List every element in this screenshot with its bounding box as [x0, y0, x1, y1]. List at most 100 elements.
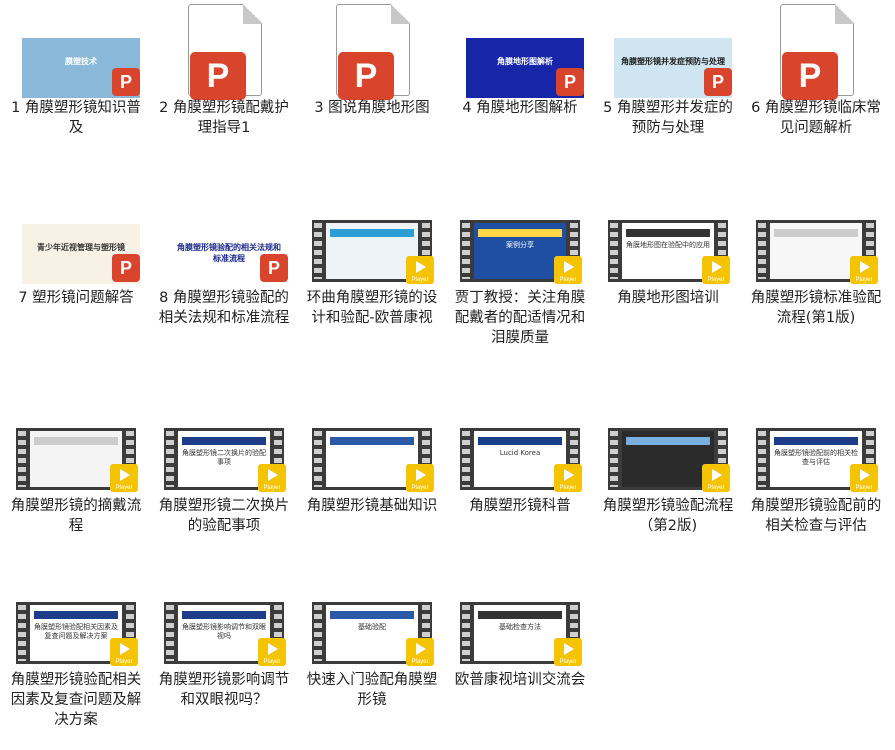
player-label: Player [411, 277, 429, 283]
player-label: Player [115, 659, 133, 665]
file-item[interactable]: 角膜塑形镜验配的相关法规和标准流程 P 8 角膜塑形镜验配的相关法规和标准流程 [150, 188, 298, 368]
frame-title: 角膜塑形镜验配前的相关检查与评估 [774, 449, 858, 466]
file-name: 角膜塑形镜验配前的相关检查与评估 [750, 498, 882, 534]
file-name: 快速入门验配角膜塑形镜 [306, 672, 438, 708]
file-thumbnail: 角膜塑形镜二次换片的验配事项 Player [162, 396, 286, 496]
frame-header [330, 611, 414, 619]
file-item[interactable]: 基础检查方法 Player 欧普康视培训交流会 [446, 570, 594, 750]
file-name: 4 角膜地形图解析 [462, 100, 578, 116]
play-icon: Player [702, 256, 730, 284]
file-item[interactable]: Player 环曲角膜塑形镜的设计和验配-欧普康视 [298, 188, 446, 368]
slide-title: 角膜塑形镜并发症预防与处理 [621, 57, 725, 66]
video-frame: 基础检查方法 [474, 605, 566, 661]
page-fold-icon [242, 3, 263, 24]
file-item[interactable]: P6 角膜塑形镜临床常见问题解析 [742, 2, 890, 182]
play-icon: Player [110, 464, 138, 492]
video-frame: 角膜塑形镜影响调节和双眼视吗 [178, 605, 270, 661]
file-item[interactable]: P3 图说角膜地形图 [298, 2, 446, 182]
frame-title: 角膜塑形镜影响调节和双眼视吗 [182, 623, 266, 640]
play-icon: Player [406, 638, 434, 666]
play-triangle-icon [268, 643, 278, 655]
file-item[interactable]: Lucid Korea Player 角膜塑形镜科普 [446, 396, 594, 576]
video-frame [30, 431, 122, 487]
play-icon: Player [110, 638, 138, 666]
frame-title: 角膜塑形镜二次换片的验配事项 [182, 449, 266, 466]
play-icon: Player [702, 464, 730, 492]
file-name: 角膜塑形镜验配流程（第2版) [602, 498, 734, 534]
file-thumbnail: Player [754, 188, 878, 288]
file-name: 8 角膜塑形镜验配的相关法规和标准流程 [158, 290, 290, 326]
powerpoint-icon: P [782, 52, 838, 100]
file-thumbnail: 角膜地形图解析 P [458, 2, 584, 102]
play-icon: Player [258, 638, 286, 666]
file-item[interactable]: 青少年近视管理与塑形镜 P 7 塑形镜问题解答 [2, 188, 150, 368]
player-label: Player [707, 277, 725, 283]
play-icon: Player [258, 464, 286, 492]
file-name: 角膜塑形镜标准验配流程(第1版) [750, 290, 882, 326]
file-thumbnail: 案例分享 Player [458, 188, 582, 288]
powerpoint-icon: P [338, 52, 394, 100]
frame-header [478, 437, 562, 445]
player-label: Player [559, 485, 577, 491]
file-thumbnail: 基础检查方法 Player [458, 570, 582, 670]
file-name: 角膜塑形镜的摘戴流程 [10, 498, 142, 534]
play-triangle-icon [416, 261, 426, 273]
slide-title: 角膜地形图解析 [497, 57, 553, 66]
player-label: Player [559, 277, 577, 283]
frame-header [478, 611, 562, 619]
file-thumbnail: 角膜塑形镜验配前的相关检查与评估 Player [754, 396, 878, 496]
file-thumbnail: 基础验配 Player [310, 570, 434, 670]
file-item[interactable]: 角膜塑形镜验配前的相关检查与评估 Player 角膜塑形镜验配前的相关检查与评估 [742, 396, 890, 576]
file-item[interactable]: 角膜塑形镜并发症预防与处理 P 5 角膜塑形并发症的预防与处理 [594, 2, 742, 182]
powerpoint-icon: P [556, 68, 584, 96]
file-item[interactable]: 基础验配 Player 快速入门验配角膜塑形镜 [298, 570, 446, 750]
frame-header [626, 437, 710, 445]
file-item[interactable]: Player 角膜塑形镜基础知识 [298, 396, 446, 576]
file-name: 环曲角膜塑形镜的设计和验配-欧普康视 [306, 290, 438, 326]
frame-title: 角膜地形图在验配中的应用 [626, 241, 710, 249]
frame-header [330, 229, 414, 237]
video-frame: 角膜地形图在验配中的应用 [622, 223, 714, 279]
video-frame [326, 223, 418, 279]
file-name: 2 角膜塑形镜配戴护理指导1 [159, 100, 289, 136]
frame-title: Lucid Korea [499, 449, 541, 457]
play-icon: Player [850, 464, 878, 492]
slide-title: 青少年近视管理与塑形镜 [37, 243, 125, 252]
file-thumbnail: 角膜塑形镜验配相关因素及复查问题及解决方案 Player [14, 570, 138, 670]
powerpoint-icon: P [260, 254, 288, 282]
file-item[interactable]: 角膜地形图在验配中的应用 Player 角膜地形图培训 [594, 188, 742, 368]
file-item[interactable]: Player 角膜塑形镜验配流程（第2版) [594, 396, 742, 576]
file-thumbnail: P [754, 2, 878, 102]
page-fold-icon [390, 3, 411, 24]
frame-header [182, 611, 266, 619]
file-thumbnail: P [162, 2, 286, 102]
play-icon: Player [554, 638, 582, 666]
video-frame [326, 431, 418, 487]
file-item[interactable]: 角膜塑形镜二次换片的验配事项 Player 角膜塑形镜二次换片的验配事项 [150, 396, 298, 576]
play-icon: Player [554, 464, 582, 492]
player-label: Player [559, 659, 577, 665]
file-item[interactable]: 角膜地形图解析 P 4 角膜地形图解析 [446, 2, 594, 182]
player-label: Player [411, 485, 429, 491]
file-item[interactable]: 案例分享 Player 贾丁教授：关注角膜配戴者的配适情况和泪膜质量 [446, 188, 594, 368]
file-name: 5 角膜塑形并发症的预防与处理 [603, 100, 733, 136]
file-name: 角膜塑形镜基础知识 [306, 498, 438, 514]
frame-header [34, 437, 118, 445]
video-frame: 案例分享 [474, 223, 566, 279]
powerpoint-icon: P [704, 68, 732, 96]
file-item[interactable]: 膜塑技术 P 1 角膜塑形镜知识普及 [2, 2, 150, 182]
play-triangle-icon [860, 469, 870, 481]
file-item[interactable]: 角膜塑形镜影响调节和双眼视吗 Player 角膜塑形镜影响调节和双眼视吗？ [150, 570, 298, 750]
file-item[interactable]: P2 角膜塑形镜配戴护理指导1 [150, 2, 298, 182]
frame-title: 基础验配 [358, 623, 386, 631]
play-triangle-icon [120, 469, 130, 481]
file-item[interactable]: Player 角膜塑形镜标准验配流程(第1版) [742, 188, 890, 368]
player-label: Player [263, 659, 281, 665]
file-item[interactable]: Player 角膜塑形镜的摘戴流程 [2, 396, 150, 576]
file-item[interactable]: 角膜塑形镜验配相关因素及复查问题及解决方案 Player 角膜塑形镜验配相关因素及复… [2, 570, 150, 750]
powerpoint-icon: P [112, 68, 140, 96]
file-name: 角膜塑形镜二次换片的验配事项 [158, 498, 290, 534]
play-triangle-icon [712, 469, 722, 481]
video-frame: Lucid Korea [474, 431, 566, 487]
file-thumbnail: 角膜地形图在验配中的应用 Player [606, 188, 730, 288]
